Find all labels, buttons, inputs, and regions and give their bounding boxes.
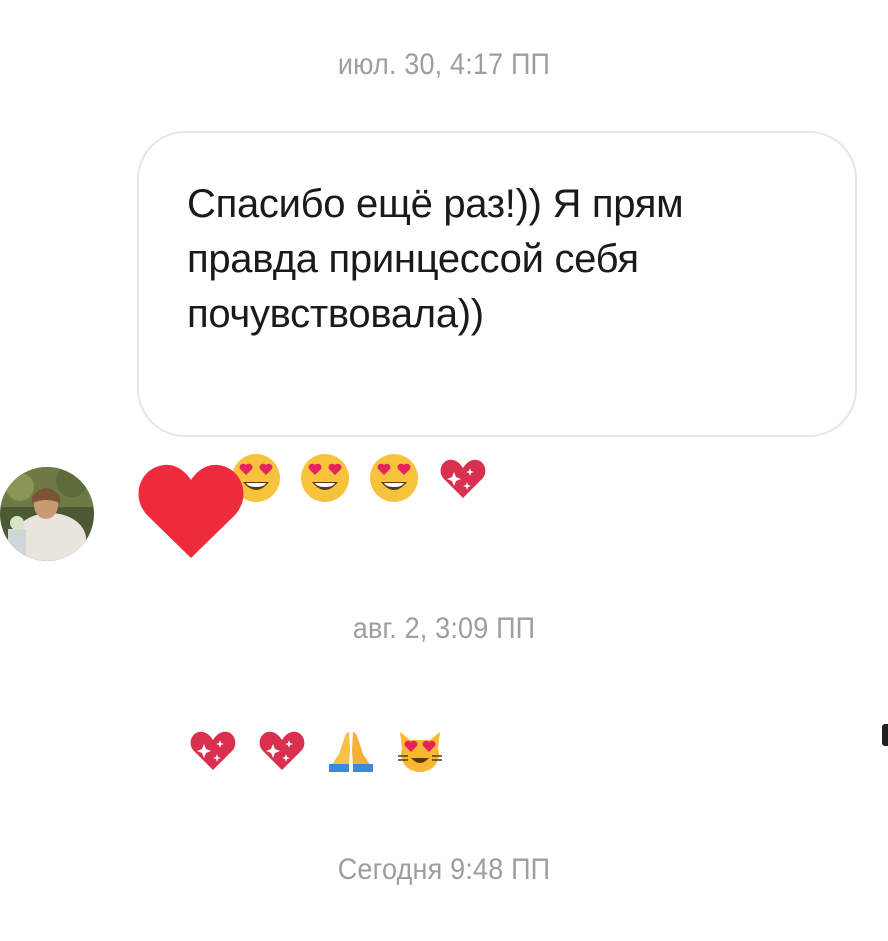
scroll-indicator (882, 724, 888, 746)
sparkling-heart-icon (437, 342, 502, 614)
folded-hands-icon (325, 614, 390, 886)
contact-avatar[interactable] (0, 467, 94, 561)
timestamp: авг. 2, 3:09 ПП (352, 612, 536, 645)
heart-eyes-face-icon (299, 342, 364, 614)
timestamp: Сегодня 9:48 ПП (337, 853, 551, 886)
heart-eyes-cat-icon (394, 614, 459, 886)
sparkling-heart-icon (187, 614, 252, 886)
red-heart-icon (138, 464, 244, 558)
message-text-content: Спасибо ещё раз!)) Я прям правда принцес… (187, 182, 695, 336)
heart-eyes-face-icon (368, 342, 433, 614)
timestamp: июл. 30, 4:17 ПП (337, 48, 551, 81)
heart-reaction-message[interactable] (136, 462, 246, 560)
sparkling-heart-icon (256, 614, 321, 886)
outgoing-message-bubble[interactable]: Спасибо ещё раз!)) Я прям правда принцес… (137, 131, 857, 772)
message-text: Спасибо ещё раз!)) Я прям правда принцес… (187, 177, 815, 941)
